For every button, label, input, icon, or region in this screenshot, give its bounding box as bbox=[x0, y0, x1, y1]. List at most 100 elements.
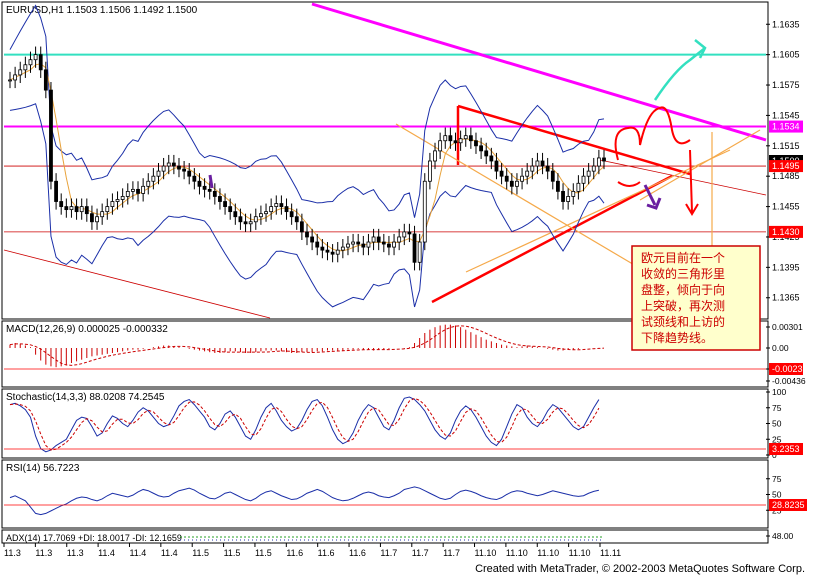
candle-body bbox=[566, 196, 571, 202]
candle-body bbox=[100, 211, 105, 218]
sub-panel-axes: 0.003010.00-0.0023-0.0043610075502507550… bbox=[766, 322, 807, 541]
price-tick-label: 1.1485 bbox=[772, 171, 800, 181]
candle-body bbox=[182, 168, 187, 172]
candle-body bbox=[156, 170, 161, 177]
candle-body bbox=[233, 211, 238, 218]
candle-body bbox=[484, 150, 489, 157]
candle-body bbox=[166, 162, 171, 167]
candle-body bbox=[417, 241, 422, 263]
candle-body bbox=[310, 236, 315, 243]
candle-body bbox=[49, 89, 53, 182]
candle-body bbox=[13, 74, 18, 81]
price-tick-label: 1.1575 bbox=[772, 80, 800, 90]
candle-body bbox=[141, 185, 146, 194]
candle-body bbox=[228, 206, 233, 213]
rsi-axis-tick-label: 75 bbox=[772, 474, 782, 484]
candle-body bbox=[23, 64, 28, 71]
candle-body bbox=[571, 190, 576, 197]
time-tick-label: 11.5 bbox=[224, 548, 241, 558]
time-tick-label: 11.10 bbox=[506, 548, 528, 558]
candle-body bbox=[340, 246, 345, 251]
candle-body bbox=[376, 236, 381, 243]
time-tick-label: 11.4 bbox=[161, 548, 178, 558]
price-tick-label: 1.1455 bbox=[772, 202, 800, 212]
time-tick-label: 11.4 bbox=[98, 548, 115, 558]
metatrader-chart[interactable]: EURUSD,H1 1.1503 1.1506 1.1492 1.1500 MA… bbox=[0, 0, 823, 579]
candle-body bbox=[545, 165, 550, 172]
macd-value-label: -0.0023 bbox=[772, 364, 803, 374]
candle-body bbox=[520, 175, 524, 182]
candle-body bbox=[438, 140, 443, 152]
time-axis: 11.3 11.3 11.3 11.4 11.4 11.4 11.5 11.5 11.5 11.6… bbox=[3, 543, 621, 558]
candle-body bbox=[151, 175, 156, 182]
annotation-line-4: 上突破，再次测 bbox=[641, 298, 725, 313]
candle-body bbox=[504, 175, 509, 182]
candle-body bbox=[530, 165, 535, 172]
time-tick-label: 11.3 bbox=[4, 548, 21, 558]
candle-body bbox=[284, 206, 289, 213]
time-tick-label: 11.11 bbox=[600, 548, 621, 558]
price-tick-label: 1.1605 bbox=[772, 50, 800, 60]
rsi-panel-title: RSI(14) 56.7223 bbox=[6, 463, 80, 474]
candle-body bbox=[556, 180, 560, 192]
candle-body bbox=[146, 180, 151, 187]
macd-panel-title: MACD(12,26,9) 0.000025 -0.000332 bbox=[6, 324, 168, 335]
candle-body bbox=[130, 188, 135, 192]
candle-body bbox=[18, 69, 23, 76]
candle-body bbox=[177, 165, 181, 170]
candle-body bbox=[458, 138, 463, 144]
time-tick-label: 11.5 bbox=[192, 548, 209, 558]
candle-body bbox=[320, 246, 325, 251]
candle-body bbox=[468, 135, 473, 142]
candle-body bbox=[474, 140, 478, 147]
candle-body bbox=[494, 160, 499, 172]
purple-marker-arrow bbox=[208, 174, 214, 189]
candle-body bbox=[515, 180, 519, 187]
candle-body bbox=[253, 216, 258, 223]
candle-body bbox=[489, 155, 494, 162]
candle-body bbox=[448, 135, 453, 142]
candle-body bbox=[596, 157, 601, 167]
candle-body bbox=[269, 206, 274, 213]
candle-body bbox=[346, 243, 350, 248]
candle-body bbox=[171, 162, 176, 167]
candle-body bbox=[499, 170, 504, 177]
candle-body bbox=[330, 251, 335, 255]
stochastic-axis-tick-label: 25 bbox=[772, 434, 782, 444]
time-tick-label: 11.6 bbox=[286, 548, 303, 558]
candle-body bbox=[381, 241, 386, 245]
candle-body bbox=[105, 206, 110, 213]
candle-body bbox=[54, 180, 58, 202]
rsi-axis-tick-label: 50 bbox=[772, 490, 782, 500]
price-tick-label: 1.1545 bbox=[772, 110, 800, 120]
candle-body bbox=[366, 241, 371, 248]
annotation-line-5: 试颈线和上访的 bbox=[641, 314, 725, 329]
macd-axis-tick-label: 0.00301 bbox=[772, 322, 803, 332]
candle-body bbox=[64, 206, 69, 211]
rsi-value-label: 28.8235 bbox=[772, 500, 805, 510]
adx-panel-title: ADX(14) 17.7069 +DI: 18.0017 -DI: 12.165… bbox=[6, 533, 182, 543]
time-tick-label: 11.7 bbox=[443, 548, 460, 558]
candle-body bbox=[120, 196, 125, 200]
candle-body bbox=[243, 221, 248, 225]
candle-body bbox=[550, 170, 555, 182]
stochastic-value-label: 3.2353 bbox=[772, 444, 800, 454]
candle-body bbox=[453, 140, 458, 144]
time-tick-label: 11.3 bbox=[35, 548, 52, 558]
candle-body bbox=[28, 59, 33, 66]
candle-body bbox=[289, 211, 294, 218]
candle-body bbox=[443, 135, 448, 142]
stochastic-axis-tick-label: 50 bbox=[772, 419, 782, 429]
candle-body bbox=[402, 231, 407, 238]
footer-credit: Created with MetaTrader, © 2002-2003 Met… bbox=[475, 563, 805, 575]
candle-body bbox=[33, 54, 38, 61]
time-tick-label: 11.3 bbox=[67, 548, 84, 558]
candle-body bbox=[407, 231, 412, 235]
candle-body bbox=[279, 203, 284, 207]
candle-body bbox=[427, 160, 432, 182]
candle-body bbox=[218, 196, 222, 202]
adx-axis-tick-label: 48.00 bbox=[772, 531, 794, 541]
stochastic-axis-tick-label: 100 bbox=[772, 387, 786, 397]
candle-body bbox=[187, 170, 192, 177]
price-tick-label: 1.1395 bbox=[772, 262, 800, 272]
